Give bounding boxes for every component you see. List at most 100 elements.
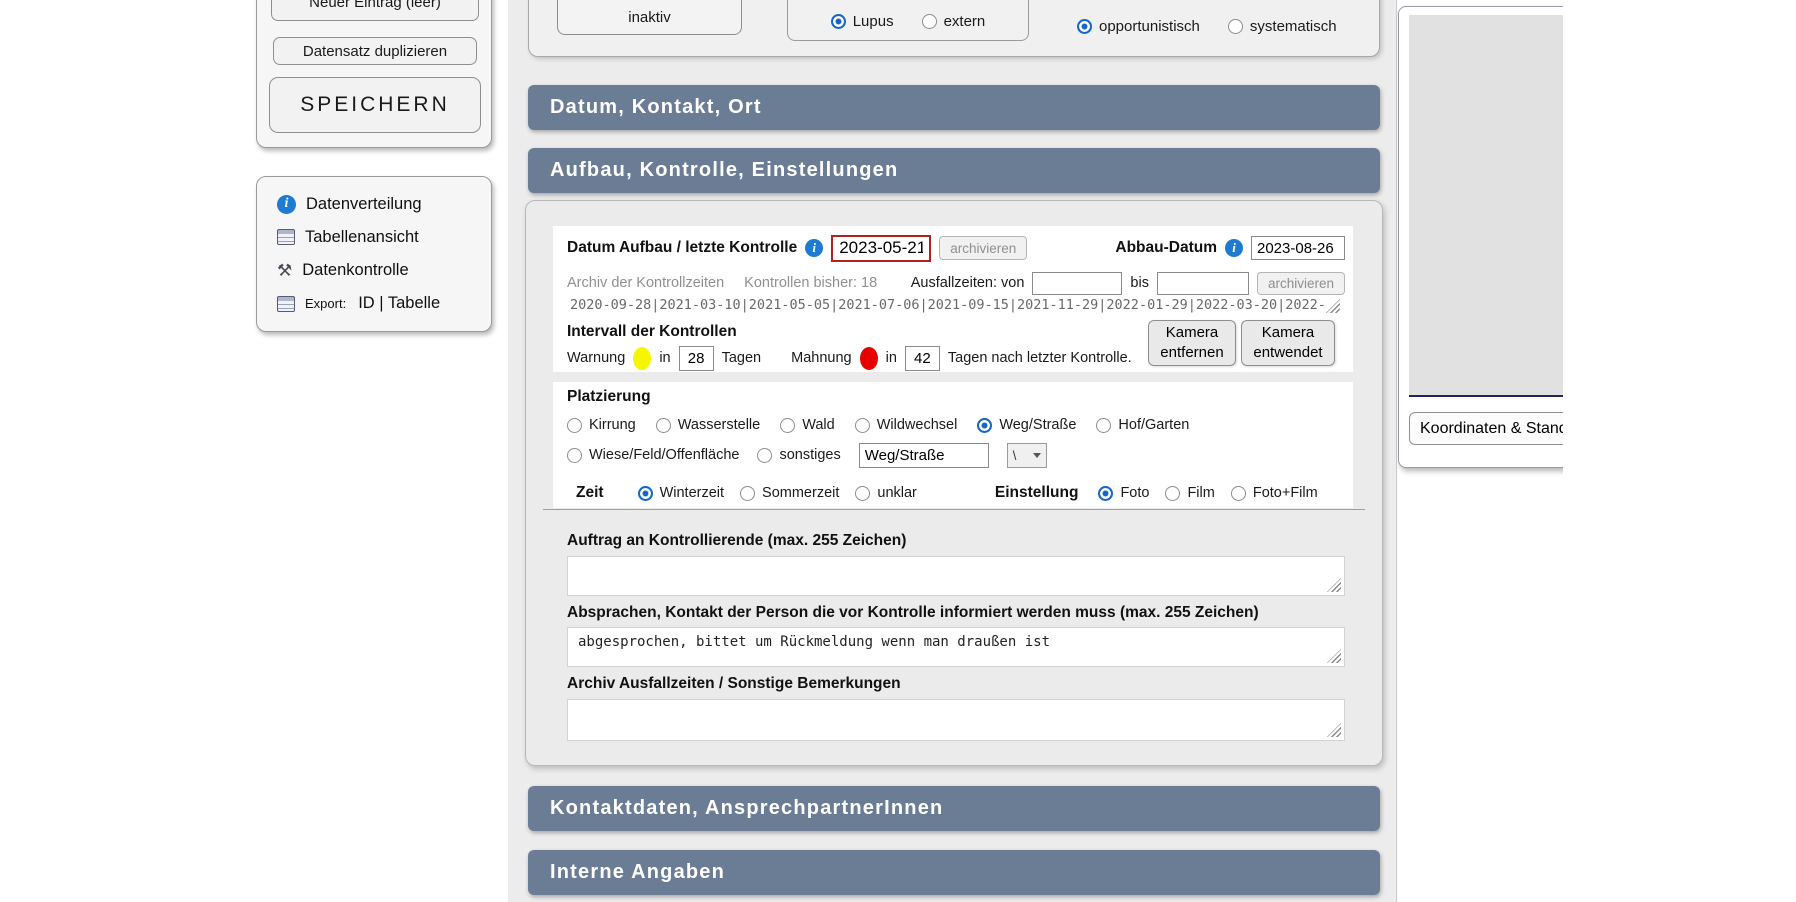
radio-hof-garten[interactable]: Hof/Garten (1096, 417, 1189, 433)
radio-icon (1165, 486, 1180, 501)
in-label: in (886, 350, 897, 366)
interval-title: Intervall der Kontrollen (567, 323, 737, 341)
info-icon[interactable]: i (1225, 239, 1243, 257)
tagen-label: Tagen (722, 350, 762, 366)
radio-foto-film[interactable]: Foto+Film (1231, 485, 1318, 501)
radio-sonstiges[interactable]: sonstiges (757, 447, 840, 463)
radio-unklar[interactable]: unklar (855, 485, 917, 501)
archive-control-times-link[interactable]: Archiv der Kontrollzeiten (567, 275, 724, 291)
menu-item-label: Datenkontrolle (302, 261, 408, 280)
new-entry-button[interactable]: Neuer Eintrag (leer) (271, 0, 479, 21)
downtime-from-input[interactable] (1032, 272, 1122, 295)
control-dates-history[interactable]: 2020-09-28|2021-03-10|2021-05-05|2021-07… (570, 297, 1360, 313)
textarea-text (568, 557, 1344, 595)
archiv-bemerkungen-textarea[interactable] (567, 699, 1345, 741)
section-header-datum-kontakt-ort[interactable]: Datum, Kontakt, Ort (528, 85, 1380, 130)
setup-date-label: Datum Aufbau / letzte Kontrolle (567, 239, 797, 257)
section-header-kontaktdaten[interactable]: Kontaktdaten, AnsprechpartnerInnen (528, 786, 1380, 831)
reminder-days-input[interactable] (905, 346, 940, 371)
section-header-interne-angaben[interactable]: Interne Angaben (528, 850, 1380, 895)
table-icon (277, 296, 295, 312)
placement-dropdown[interactable]: \ (1007, 443, 1047, 468)
in-label: in (659, 350, 670, 366)
teardown-date-input[interactable] (1251, 236, 1345, 260)
absprachen-textarea[interactable]: abgesprochen, bittet um Rückmeldung wenn… (567, 627, 1345, 667)
interval-title-row: Intervall der Kontrollen (567, 322, 737, 342)
time-label: Zeit (576, 484, 604, 502)
placement-custom-input[interactable] (859, 443, 989, 468)
source-radio-group: Lupus extern (787, 0, 1029, 41)
menu-item-datenkontrolle[interactable]: ⚒ Datenkontrolle (277, 256, 483, 286)
menu-item-datenverteilung[interactable]: i Datenverteilung (277, 189, 483, 219)
resize-grip-icon[interactable] (1326, 299, 1340, 313)
section-header-aufbau-kontrolle[interactable]: Aufbau, Kontrolle, Einstellungen (528, 148, 1380, 193)
radio-icon (638, 486, 653, 501)
archive-control-date-button[interactable]: archivieren (939, 236, 1027, 260)
radio-lupus[interactable]: Lupus (831, 13, 894, 30)
radio-icon (831, 14, 846, 29)
menu-item-label: Datenverteilung (306, 195, 422, 214)
radio-wiese-feld[interactable]: Wiese/Feld/Offenfläche (567, 447, 739, 463)
radio-icon (1231, 486, 1246, 501)
radio-kirrung[interactable]: Kirrung (567, 417, 636, 433)
menu-item-tabellenansicht[interactable]: Tabellenansicht (277, 222, 483, 252)
chevron-down-icon (1033, 453, 1041, 458)
reminder-red-dot-icon (860, 347, 878, 370)
radio-icon (567, 448, 582, 463)
radio-extern[interactable]: extern (922, 13, 986, 30)
radio-label: Film (1187, 485, 1214, 501)
radio-wasserstelle[interactable]: Wasserstelle (656, 417, 760, 433)
radio-label: Hof/Garten (1118, 417, 1189, 433)
archiv-bemerkungen-label-row: Archiv Ausfallzeiten / Sonstige Bemerkun… (567, 674, 901, 694)
radio-label: Wiese/Feld/Offenfläche (589, 447, 739, 463)
record-actions-box: Neuer Eintrag (leer) Datensatz duplizier… (256, 0, 492, 148)
form-divider (543, 509, 1365, 510)
control-dates-text: 2020-09-28|2021-03-10|2021-05-05|2021-07… (570, 297, 1326, 313)
radio-label: extern (944, 13, 986, 30)
app-root: Neuer Eintrag (leer) Datensatz duplizier… (0, 0, 1796, 902)
setup-date-input[interactable] (831, 235, 931, 262)
radio-sommerzeit[interactable]: Sommerzeit (740, 485, 839, 501)
radio-film[interactable]: Film (1165, 485, 1214, 501)
menu-item-label: ID | Tabelle (358, 294, 440, 313)
tools-icon: ⚒ (277, 262, 292, 279)
auftrag-textarea[interactable] (567, 556, 1345, 596)
radio-icon (1098, 486, 1113, 501)
radio-label: Winterzeit (660, 485, 724, 501)
camera-stolen-button[interactable]: Kamera entwendet (1241, 320, 1335, 366)
radio-foto[interactable]: Foto (1098, 485, 1149, 501)
archive-downtime-button[interactable]: archivieren (1257, 272, 1345, 295)
coordinates-location-button[interactable]: Koordinaten & Standort (1409, 412, 1563, 445)
downtime-to-input[interactable] (1157, 272, 1249, 295)
radio-weg-strasse[interactable]: Weg/Straße (977, 417, 1076, 433)
radio-icon (656, 418, 671, 433)
placement-radio-row-1: Kirrung Wasserstelle Wald Wildwechsel We… (567, 413, 1189, 437)
radio-wald[interactable]: Wald (780, 417, 835, 433)
radio-opportunistisch[interactable]: opportunistisch (1077, 18, 1200, 35)
radio-icon (757, 448, 772, 463)
radio-systematisch[interactable]: systematisch (1228, 18, 1337, 35)
warning-days-input[interactable] (679, 346, 714, 371)
radio-icon (1096, 418, 1111, 433)
auftrag-label: Auftrag an Kontrollierende (max. 255 Zei… (567, 532, 906, 550)
data-tools-menu: i Datenverteilung Tabellenansicht ⚒ Date… (256, 176, 492, 332)
radio-winterzeit[interactable]: Winterzeit (638, 485, 724, 501)
menu-item-export[interactable]: Export: ID | Tabelle (277, 289, 483, 319)
control-history-row: Archiv der Kontrollzeiten Kontrollen bis… (567, 270, 1345, 296)
setup-date-row: Datum Aufbau / letzte Kontrolle i archiv… (567, 233, 1345, 263)
dropdown-value: \ (1013, 448, 1017, 463)
placement-title: Platzierung (567, 388, 651, 406)
radio-icon (780, 418, 795, 433)
save-button[interactable]: SPEICHERN (269, 77, 481, 133)
radio-wildwechsel[interactable]: Wildwechsel (855, 417, 958, 433)
info-icon[interactable]: i (805, 239, 823, 257)
inactive-toggle-button[interactable]: inaktiv (557, 0, 742, 35)
mode-radio-group: opportunistisch systematisch (1077, 14, 1337, 38)
archiv-bemerkungen-label: Archiv Ausfallzeiten / Sonstige Bemerkun… (567, 675, 901, 693)
radio-label: sonstiges (779, 447, 840, 463)
camera-remove-button[interactable]: Kamera entfernen (1148, 320, 1236, 366)
duplicate-record-button[interactable]: Datensatz duplizieren (273, 37, 477, 65)
radio-label: systematisch (1250, 18, 1337, 35)
table-icon (277, 229, 295, 245)
radio-icon (977, 418, 992, 433)
